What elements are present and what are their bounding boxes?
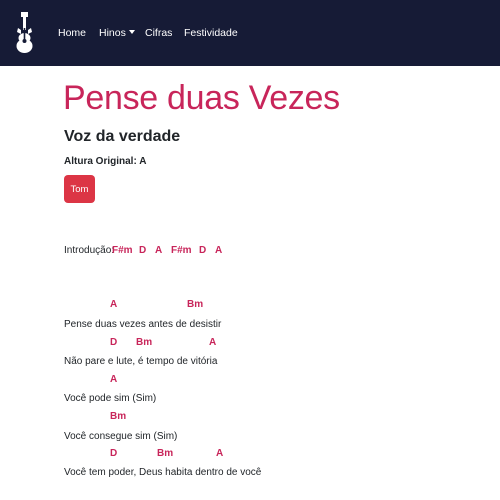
intro-label: Introdução: <box>64 245 115 256</box>
intro-chord[interactable]: D <box>199 244 206 257</box>
chord[interactable]: Bm <box>157 447 173 460</box>
nav-festividade[interactable]: Festividade <box>184 26 238 40</box>
chord[interactable]: D <box>110 336 117 349</box>
tom-button[interactable]: Tom <box>64 175 95 203</box>
intro-chord[interactable]: A <box>215 244 222 257</box>
intro-chord[interactable]: F#m <box>171 244 192 257</box>
guitar-logo-icon[interactable] <box>12 12 36 54</box>
navbar: Home Hinos Cifras Festividade <box>0 0 500 66</box>
chord[interactable]: A <box>216 447 223 460</box>
chord[interactable]: Bm <box>187 298 203 311</box>
lyric-line: Pense duas vezes antes de desistir <box>64 319 222 330</box>
intro-line: Introdução: F#m D A F#m D A <box>64 244 222 257</box>
chord[interactable]: D <box>110 447 117 460</box>
caret-down-icon <box>128 30 135 34</box>
lyric-line: Você pode sim (Sim) <box>64 393 157 404</box>
song-artist: Voz da verdade <box>64 128 181 145</box>
lyric-line: Você consegue sim (Sim) <box>64 431 178 442</box>
intro-chord[interactable]: D <box>139 244 146 257</box>
chord[interactable]: Bm <box>136 336 152 349</box>
intro-chord[interactable]: A <box>155 244 162 257</box>
chord[interactable]: A <box>110 373 117 386</box>
lyric-line: Você tem poder, Deus habita dentro de vo… <box>64 467 262 478</box>
intro-chord[interactable]: F#m <box>112 244 133 257</box>
lyric-line: Não pare e lute, é tempo de vitória <box>64 356 218 367</box>
nav-cifras[interactable]: Cifras <box>145 26 172 40</box>
chord[interactable]: A <box>110 298 117 311</box>
chord[interactable]: A <box>209 336 216 349</box>
nav-hinos-dropdown[interactable]: Hinos <box>99 26 135 40</box>
chord[interactable]: Bm <box>110 410 126 423</box>
nav-home[interactable]: Home <box>58 26 86 40</box>
nav-hinos-label: Hinos <box>99 27 126 39</box>
song-title: Pense duas Vezes <box>63 79 340 117</box>
original-key: Altura Original: A <box>64 156 147 167</box>
